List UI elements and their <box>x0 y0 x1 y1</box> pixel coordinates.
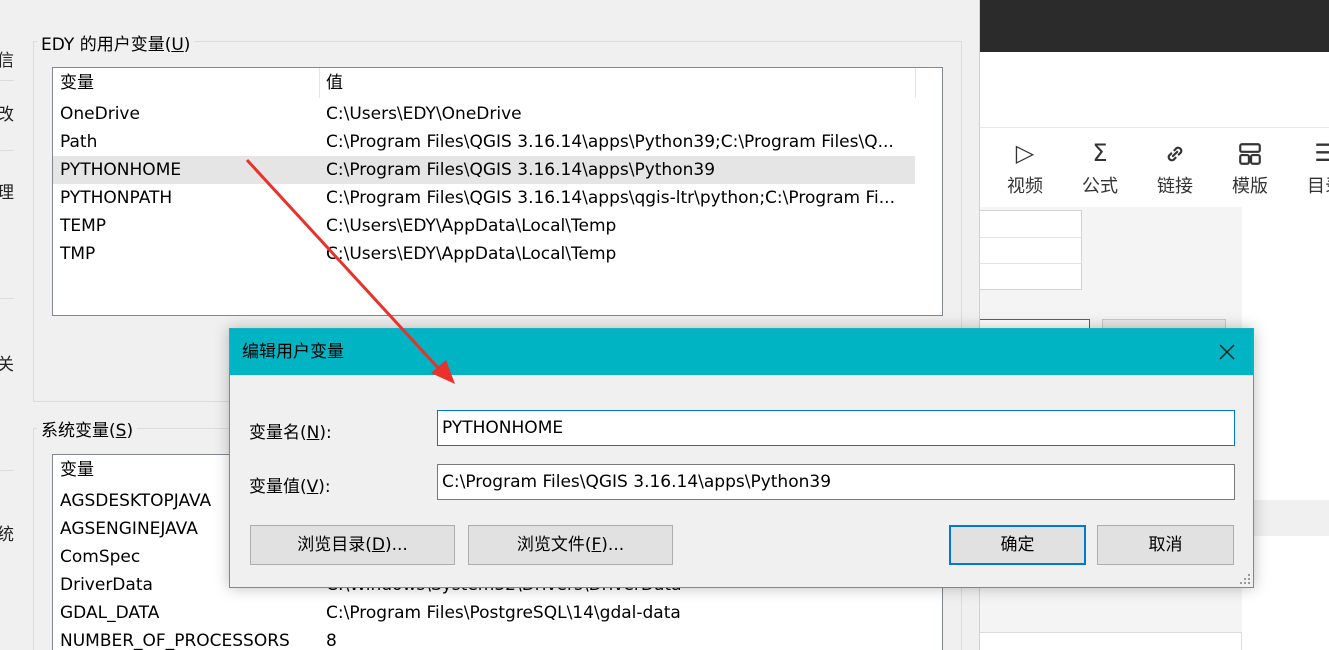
cancel-button[interactable]: 取消 <box>1097 525 1234 565</box>
user-var-row[interactable]: OneDrive C:\Users\EDY\OneDrive <box>53 100 915 128</box>
background-toolbar: ▷ 视频 Σ 公式 链接 模版 ☰ 目录 <box>980 127 1329 207</box>
toc-icon: ☰ <box>1314 139 1329 167</box>
column-header-variable[interactable]: 变量 <box>53 68 319 98</box>
template-icon <box>1220 136 1280 170</box>
resize-grip-icon[interactable] <box>1238 572 1250 584</box>
background-input-box <box>980 632 1242 650</box>
variable-name-label: 变量名(N): <box>249 423 332 443</box>
var-name: TEMP <box>60 216 107 236</box>
var-name: PYTHONPATH <box>60 188 173 208</box>
var-name: NUMBER_OF_PROCESSORS <box>60 631 290 650</box>
system-var-row[interactable]: NUMBER_OF_PROCESSORS 8 <box>53 627 915 650</box>
background-white-box <box>980 210 1082 290</box>
user-var-row[interactable]: TEMP C:\Users\EDY\AppData\Local\Temp <box>53 212 915 240</box>
user-vars-group-label: EDY 的用户变量(U) <box>37 30 195 55</box>
column-header-value[interactable]: 值 <box>319 68 915 98</box>
toolbar-item-toc[interactable]: ☰ 目录 <box>1295 136 1329 198</box>
var-value: C:\Program Files\QGIS 3.16.14\apps\qgis-… <box>326 188 895 208</box>
toolbar-label-template: 模版 <box>1232 176 1268 197</box>
user-vars-header: 变量 值 <box>53 68 942 98</box>
var-name: Path <box>60 132 98 152</box>
system-vars-group-label: 系统变量(S) <box>37 416 138 441</box>
toolbar-item-video[interactable]: ▷ 视频 <box>995 136 1055 198</box>
variable-value-field[interactable] <box>437 464 1235 500</box>
user-var-row[interactable]: PYTHONPATH C:\Program Files\QGIS 3.16.14… <box>53 184 915 212</box>
var-value: C:\Program Files\QGIS 3.16.14\apps\Pytho… <box>326 132 894 152</box>
ok-button[interactable]: 确定 <box>949 525 1086 565</box>
var-name: PYTHONHOME <box>60 160 182 180</box>
user-var-row[interactable]: TMP C:\Users\EDY\AppData\Local\Temp <box>53 240 915 268</box>
variable-value-label: 变量值(V): <box>249 477 331 497</box>
left-edge-text: 信 <box>0 51 14 71</box>
edit-user-variable-dialog: 编辑用户变量 变量名(N): 变量值(V): 浏览目录(D)... 浏览文件(F… <box>229 328 1254 588</box>
user-var-row-selected[interactable]: PYTHONHOME C:\Program Files\QGIS 3.16.14… <box>53 156 915 184</box>
close-icon <box>1219 344 1235 360</box>
left-edge-text: 统 <box>0 525 14 545</box>
left-edge-text: 关 <box>0 355 14 375</box>
background-list-row <box>1242 500 1329 536</box>
toolbar-label-formula: 公式 <box>1082 176 1118 197</box>
left-window-edge: 信 改 理 关 统 <box>0 0 14 650</box>
var-name: TMP <box>60 244 96 264</box>
video-icon: ▷ <box>1015 139 1035 167</box>
browse-directory-button[interactable]: 浏览目录(D)... <box>250 525 455 565</box>
close-button[interactable] <box>1213 338 1241 366</box>
var-name: ComSpec <box>60 547 141 567</box>
toolbar-label-link: 链接 <box>1157 176 1193 197</box>
variable-name-field[interactable] <box>437 410 1235 446</box>
left-edge-text: 理 <box>0 183 14 203</box>
dialog-title-bar[interactable]: 编辑用户变量 <box>230 329 1253 375</box>
user-var-row[interactable]: Path C:\Program Files\QGIS 3.16.14\apps\… <box>53 128 915 156</box>
toolbar-item-link[interactable]: 链接 <box>1145 136 1205 198</box>
var-name: GDAL_DATA <box>60 603 160 623</box>
background-dark-bar <box>980 0 1329 52</box>
toolbar-label-toc: 目录 <box>1307 176 1329 197</box>
left-edge-text: 改 <box>0 105 14 125</box>
var-name: DriverData <box>60 575 153 595</box>
var-name: AGSDESKTOPJAVA <box>60 491 212 511</box>
var-value: 8 <box>326 631 337 650</box>
var-value: C:\Program Files\QGIS 3.16.14\apps\Pytho… <box>326 160 716 180</box>
toolbar-label-video: 视频 <box>1007 176 1043 197</box>
var-name: AGSENGINEJAVA <box>60 519 198 539</box>
user-vars-list[interactable]: 变量 值 OneDrive C:\Users\EDY\OneDrive Path… <box>52 67 943 316</box>
var-value: C:\Users\EDY\AppData\Local\Temp <box>326 216 617 236</box>
toolbar-item-formula[interactable]: Σ 公式 <box>1070 136 1130 198</box>
var-value: C:\Program Files\PostgreSQL\14\gdal-data <box>326 603 681 623</box>
var-value: C:\Users\EDY\AppData\Local\Temp <box>326 244 617 264</box>
toolbar-item-template[interactable]: 模版 <box>1220 136 1280 198</box>
system-var-row[interactable]: GDAL_DATA C:\Program Files\PostgreSQL\14… <box>53 599 915 627</box>
sigma-icon: Σ <box>1092 139 1108 167</box>
link-icon <box>1145 136 1205 170</box>
var-name: OneDrive <box>60 104 140 124</box>
var-value: C:\Users\EDY\OneDrive <box>326 104 522 124</box>
dialog-title: 编辑用户变量 <box>242 342 344 362</box>
browse-file-button[interactable]: 浏览文件(F)... <box>468 525 673 565</box>
